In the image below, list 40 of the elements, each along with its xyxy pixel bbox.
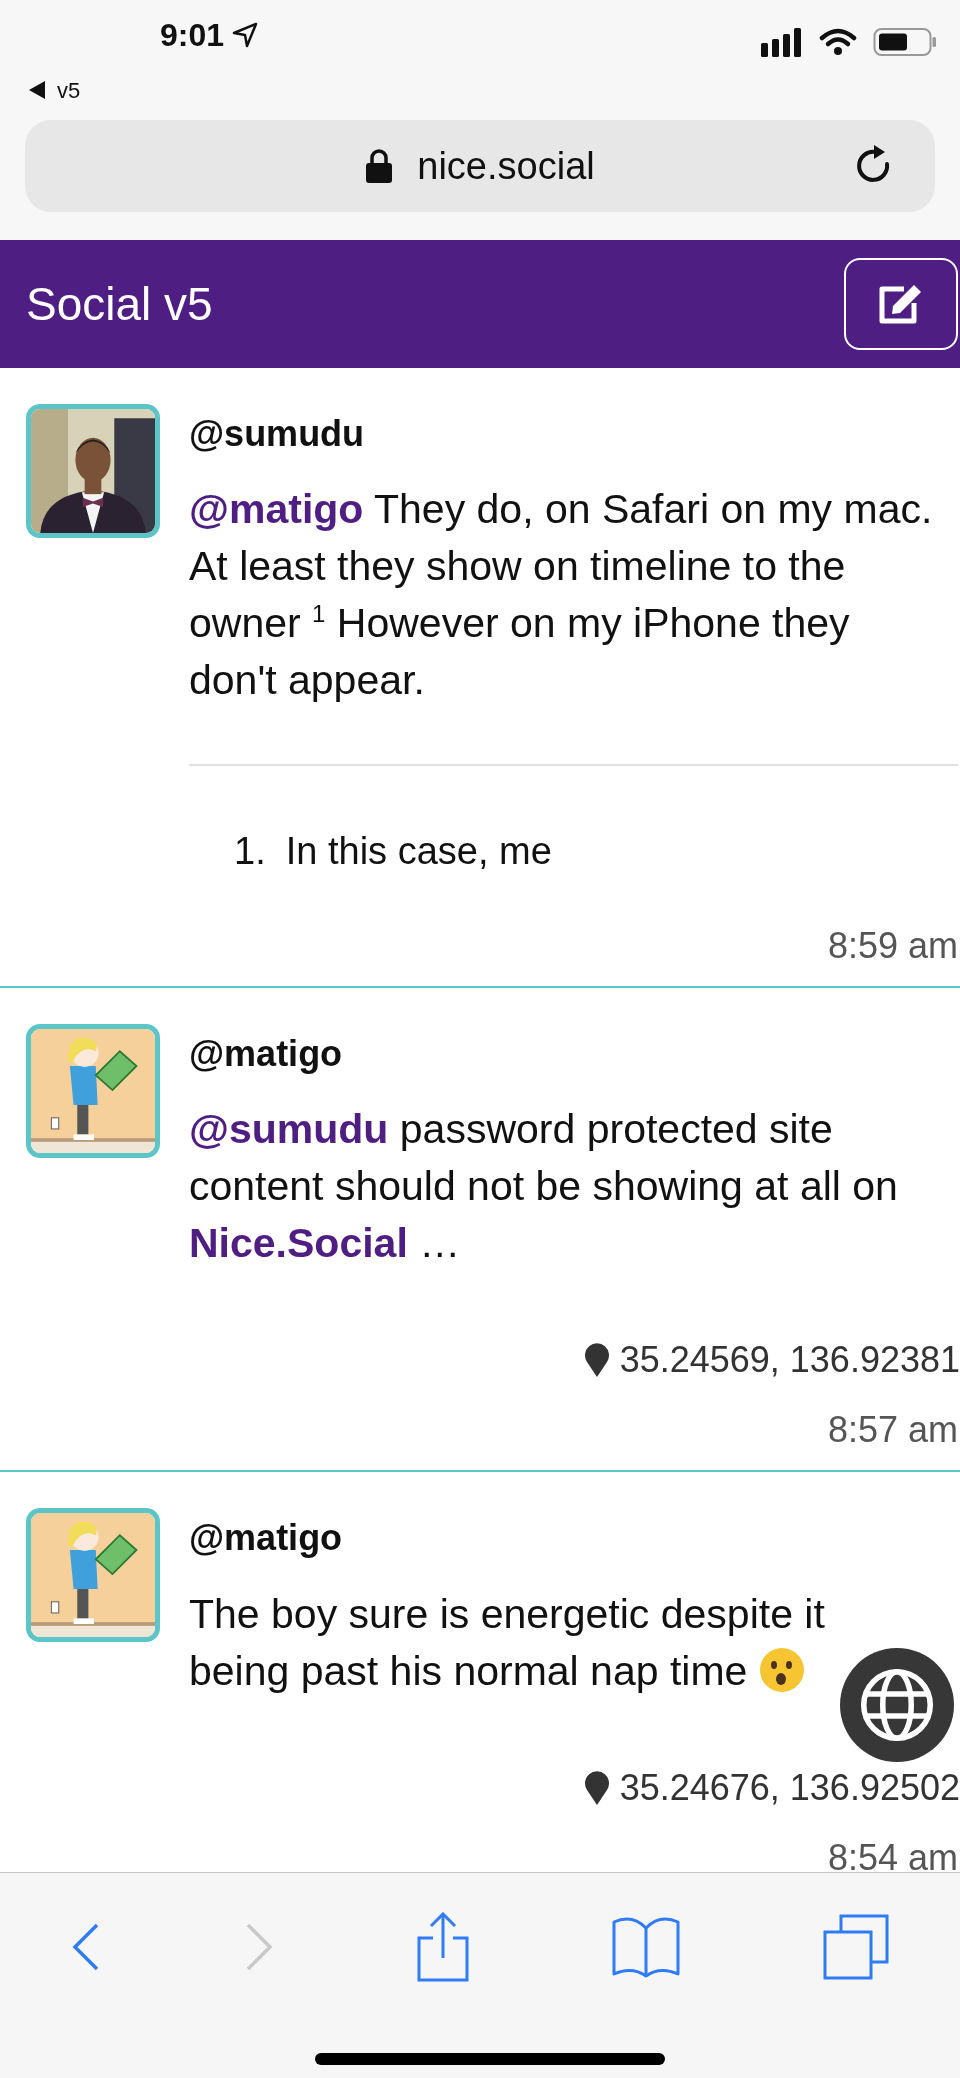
location-text: 35.24676, 136.92502 — [619, 1765, 960, 1810]
location-arrow-icon — [232, 22, 259, 48]
footnote-number: 1. — [234, 829, 266, 875]
location-pin-icon — [583, 1342, 610, 1379]
footnote-link[interactable]: 1 — [312, 600, 326, 628]
bookmarks-button[interactable] — [611, 1916, 680, 1978]
book-icon — [611, 1916, 680, 1978]
footnote-text: In this case, me — [285, 829, 552, 875]
username[interactable]: @matigo — [189, 1516, 958, 1560]
back-to-app-link[interactable]: v5 — [57, 73, 81, 107]
username[interactable]: @matigo — [189, 1032, 958, 1076]
tabs-button[interactable] — [822, 1914, 889, 1980]
post-text: @matigo They do, on Safari on my mac. At least they show on timeline to the owner $^{1}$ However on my iPhone they don't appear. — [189, 485, 934, 706]
username[interactable]: @sumudu — [189, 412, 958, 456]
url-text: nice.social — [417, 143, 595, 189]
location-text: 35.24569, 136.92381 — [619, 1338, 960, 1383]
lock-icon — [365, 148, 394, 184]
status-time: 9:01 — [160, 16, 225, 55]
back-triangle-icon — [27, 80, 47, 100]
share-button[interactable] — [417, 1912, 469, 1982]
site-title: Social v5 — [26, 276, 213, 332]
mention-link[interactable]: @matigo — [189, 486, 364, 533]
wifi-icon — [819, 28, 857, 56]
mention-link[interactable]: @sumudu — [189, 1106, 389, 1153]
post-time: 8:54 am — [826, 1835, 958, 1872]
surprised-face-icon — [758, 1646, 805, 1693]
signal-icon — [761, 27, 803, 57]
compose-button[interactable] — [844, 258, 958, 350]
post-time: 8:59 am — [826, 924, 958, 969]
share-icon — [417, 1912, 469, 1982]
battery-icon — [873, 27, 937, 57]
forward-chevron-icon — [244, 1922, 275, 1972]
address-bar[interactable]: nice.social — [25, 120, 935, 212]
tabs-icon — [822, 1914, 889, 1980]
post-time: 8:57 am — [826, 1408, 958, 1453]
mention-link[interactable]: Nice.Social — [189, 1220, 408, 1267]
edit-icon — [878, 283, 924, 325]
location-pin-icon — [583, 1769, 610, 1806]
globe-icon — [859, 1667, 935, 1743]
post-text: @sumudu password protected site content should not be showing at all on Nice.Social … — [189, 1105, 899, 1269]
